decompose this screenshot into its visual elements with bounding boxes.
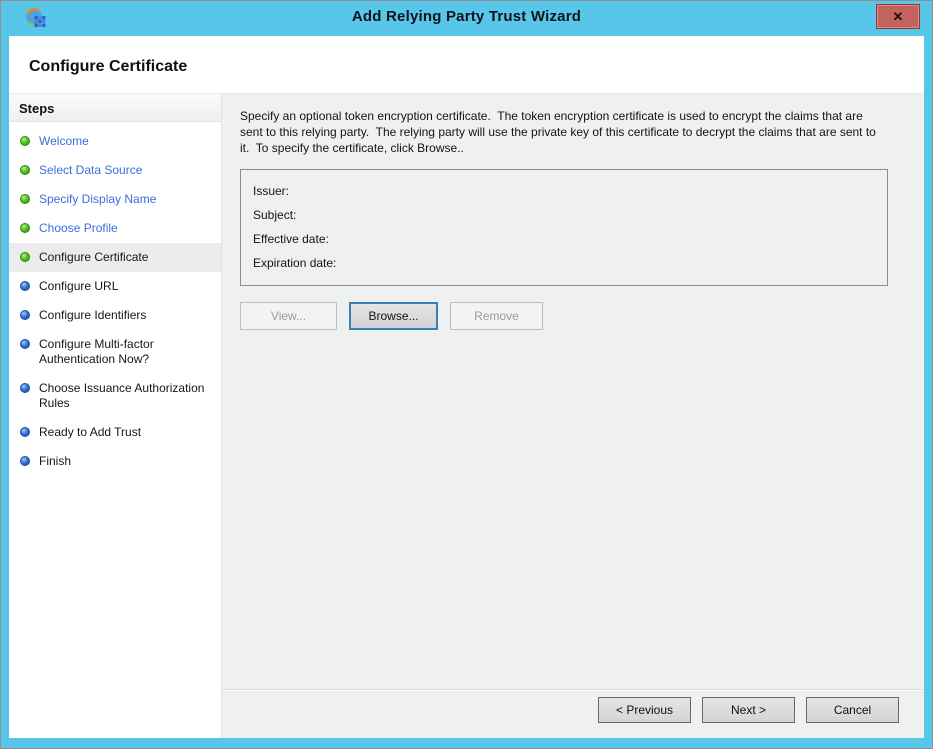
step-label: Configure URL	[39, 279, 118, 294]
wizard-window: Add Relying Party Trust Wizard ✕ Configu…	[0, 0, 933, 749]
previous-button[interactable]: < Previous	[598, 697, 691, 723]
certificate-field: Issuer:	[253, 179, 875, 203]
step-label: Ready to Add Trust	[39, 425, 141, 440]
completed-step-bullet-icon	[20, 223, 30, 233]
page-title: Configure Certificate	[29, 58, 924, 76]
wizard-navigation: < Previous Next > Cancel	[598, 697, 899, 723]
remove-button[interactable]: Remove	[450, 302, 543, 330]
step-label: Configure Certificate	[39, 250, 148, 265]
step-label: Configure Multi-factor Authentication No…	[39, 337, 213, 367]
certificate-field-label: Expiration date:	[253, 256, 336, 270]
close-button[interactable]: ✕	[876, 4, 920, 29]
step-label: Select Data Source	[39, 163, 142, 178]
certificate-info-box: Issuer: Subject: Effective date: Expiration…	[240, 169, 888, 286]
completed-step-bullet-icon	[20, 136, 30, 146]
sidebar-step-specify-display-name[interactable]: Specify Display Name	[9, 185, 221, 214]
certificate-field: Expiration date:	[253, 251, 875, 275]
steps-sidebar: Steps Welcome Select Data Source Specify D…	[9, 94, 222, 738]
footer-separator	[222, 689, 924, 691]
sidebar-step-configure-url: Configure URL	[9, 272, 221, 301]
steps-header: Steps	[9, 94, 221, 122]
pending-step-bullet-icon	[20, 456, 30, 466]
browse-button[interactable]: Browse...	[349, 302, 438, 330]
titlebar: Add Relying Party Trust Wizard ✕	[1, 1, 932, 36]
certificate-field: Subject:	[253, 203, 875, 227]
step-label: Choose Issuance Authorization Rules	[39, 381, 213, 411]
sidebar-step-ready-to-add-trust: Ready to Add Trust	[9, 418, 221, 447]
sidebar-step-finish: Finish	[9, 447, 221, 476]
window-title: Add Relying Party Trust Wizard	[1, 8, 932, 25]
step-label: Finish	[39, 454, 71, 469]
certificate-field-label: Subject:	[253, 208, 296, 222]
page-header: Configure Certificate	[9, 36, 924, 94]
certificate-field-label: Issuer:	[253, 184, 289, 198]
step-label: Choose Profile	[39, 221, 118, 236]
completed-step-bullet-icon	[20, 194, 30, 204]
pending-step-bullet-icon	[20, 310, 30, 320]
completed-step-bullet-icon	[20, 165, 30, 175]
pending-step-bullet-icon	[20, 339, 30, 349]
pending-step-bullet-icon	[20, 281, 30, 291]
sidebar-step-select-data-source[interactable]: Select Data Source	[9, 156, 221, 185]
next-button[interactable]: Next >	[702, 697, 795, 723]
step-label: Configure Identifiers	[39, 308, 146, 323]
certificate-actions: View... Browse... Remove	[240, 302, 888, 330]
sidebar-step-choose-issuance-authorization-rules: Choose Issuance Authorization Rules	[9, 374, 221, 418]
cancel-button[interactable]: Cancel	[806, 697, 899, 723]
sidebar-step-choose-profile[interactable]: Choose Profile	[9, 214, 221, 243]
sidebar-step-welcome[interactable]: Welcome	[9, 127, 221, 156]
main-pane: Specify an optional token encryption cer…	[222, 94, 924, 738]
certificate-field: Effective date:	[253, 227, 875, 251]
view-button[interactable]: View...	[240, 302, 337, 330]
sidebar-step-configure-multi-factor-authentication-now: Configure Multi-factor Authentication No…	[9, 330, 221, 374]
pending-step-bullet-icon	[20, 427, 30, 437]
certificate-field-label: Effective date:	[253, 232, 329, 246]
completed-step-bullet-icon	[20, 252, 30, 262]
window-body: Configure Certificate Steps Welcome Selec…	[9, 36, 924, 738]
instruction-text: Specify an optional token encryption cer…	[240, 108, 888, 156]
step-label: Specify Display Name	[39, 192, 156, 207]
step-label: Welcome	[39, 134, 89, 149]
sidebar-step-configure-certificate: Configure Certificate	[9, 243, 221, 272]
steps-list: Welcome Select Data Source Specify Display…	[9, 122, 221, 476]
pending-step-bullet-icon	[20, 383, 30, 393]
sidebar-step-configure-identifiers: Configure Identifiers	[9, 301, 221, 330]
